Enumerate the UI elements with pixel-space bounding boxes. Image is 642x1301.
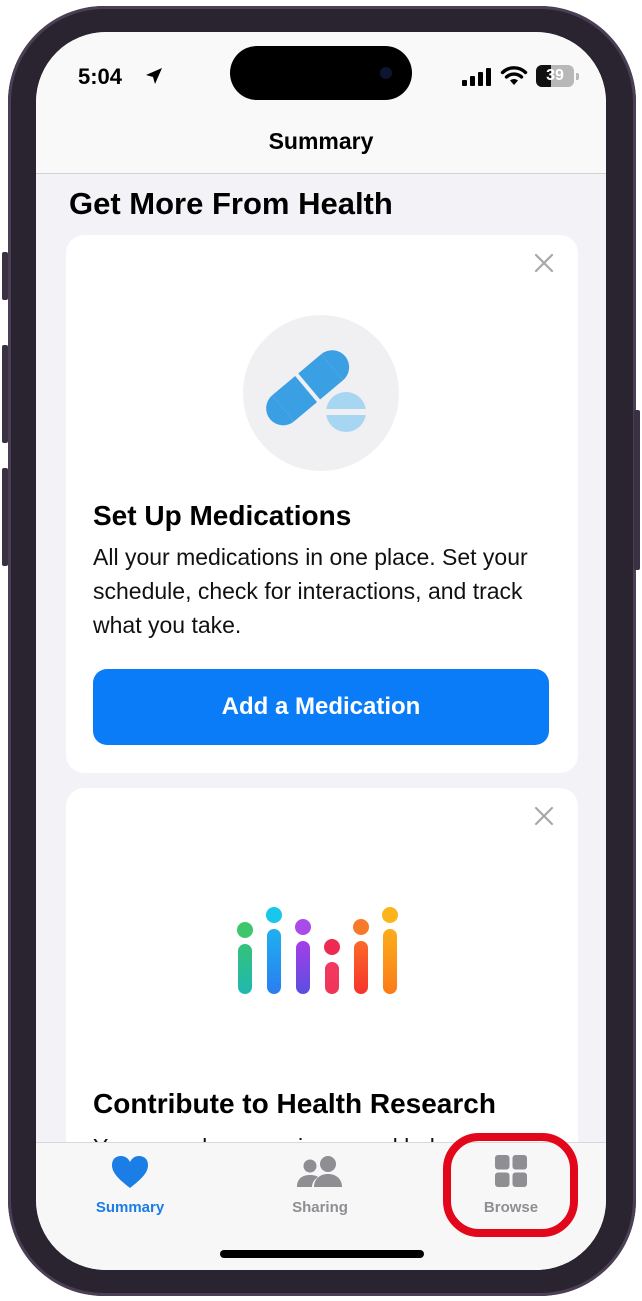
bar-dot-6 xyxy=(382,907,398,923)
tab-summary[interactable]: Summary xyxy=(60,1143,200,1223)
location-arrow-icon xyxy=(146,68,162,84)
battery-level: 39 xyxy=(546,67,564,84)
action-button xyxy=(2,252,8,300)
people-icon xyxy=(297,1156,342,1187)
pills-icon xyxy=(266,350,367,432)
close-icon[interactable] xyxy=(532,251,556,275)
bar-5 xyxy=(354,941,368,994)
card-heading: Contribute to Health Research xyxy=(93,1088,496,1119)
battery-icon: 39 xyxy=(536,65,574,87)
close-icon[interactable] xyxy=(532,804,556,828)
status-bar: 5:04 39 xyxy=(36,32,606,112)
bar-1 xyxy=(238,944,252,994)
navigation-bar: Summary xyxy=(36,112,606,174)
tab-label: Sharing xyxy=(292,1199,348,1216)
status-time: 5:04 xyxy=(78,64,123,89)
research-bars-icon xyxy=(237,907,398,994)
annotation-highlight-ring xyxy=(443,1133,578,1237)
tab-label: Summary xyxy=(95,1199,165,1216)
card-heading: Set Up Medications xyxy=(93,500,352,531)
volume-down-button xyxy=(2,468,8,566)
pills-icon-circle xyxy=(243,315,399,471)
bar-dot-1 xyxy=(237,922,253,938)
home-indicator[interactable] xyxy=(220,1250,424,1258)
cellular-signal-icon xyxy=(462,68,491,86)
section-title: Get More From Health xyxy=(69,186,393,221)
volume-up-button xyxy=(2,345,8,443)
bar-dot-5 xyxy=(353,919,369,935)
dynamic-island xyxy=(230,46,412,100)
camera-icon xyxy=(380,67,392,79)
battery-tip xyxy=(576,73,579,80)
bar-3 xyxy=(296,941,310,994)
power-button xyxy=(634,410,640,570)
bar-dot-3 xyxy=(295,919,311,935)
card-description: All your medications in one place. Set y… xyxy=(93,544,528,638)
bar-dot-4 xyxy=(324,939,340,955)
medications-card: Set Up Medications All your medications … xyxy=(66,235,578,773)
add-medication-button[interactable]: Add a Medication xyxy=(93,669,549,745)
bar-dot-2 xyxy=(266,907,282,923)
bar-4 xyxy=(325,962,339,994)
bar-6 xyxy=(383,929,397,994)
page-title: Summary xyxy=(268,128,374,154)
bar-2 xyxy=(267,929,281,994)
screen: 5:04 39 Summary Get More From Health Set… xyxy=(36,32,606,1270)
wifi-icon xyxy=(500,66,528,85)
heart-icon xyxy=(112,1156,148,1188)
tab-sharing[interactable]: Sharing xyxy=(250,1143,390,1223)
